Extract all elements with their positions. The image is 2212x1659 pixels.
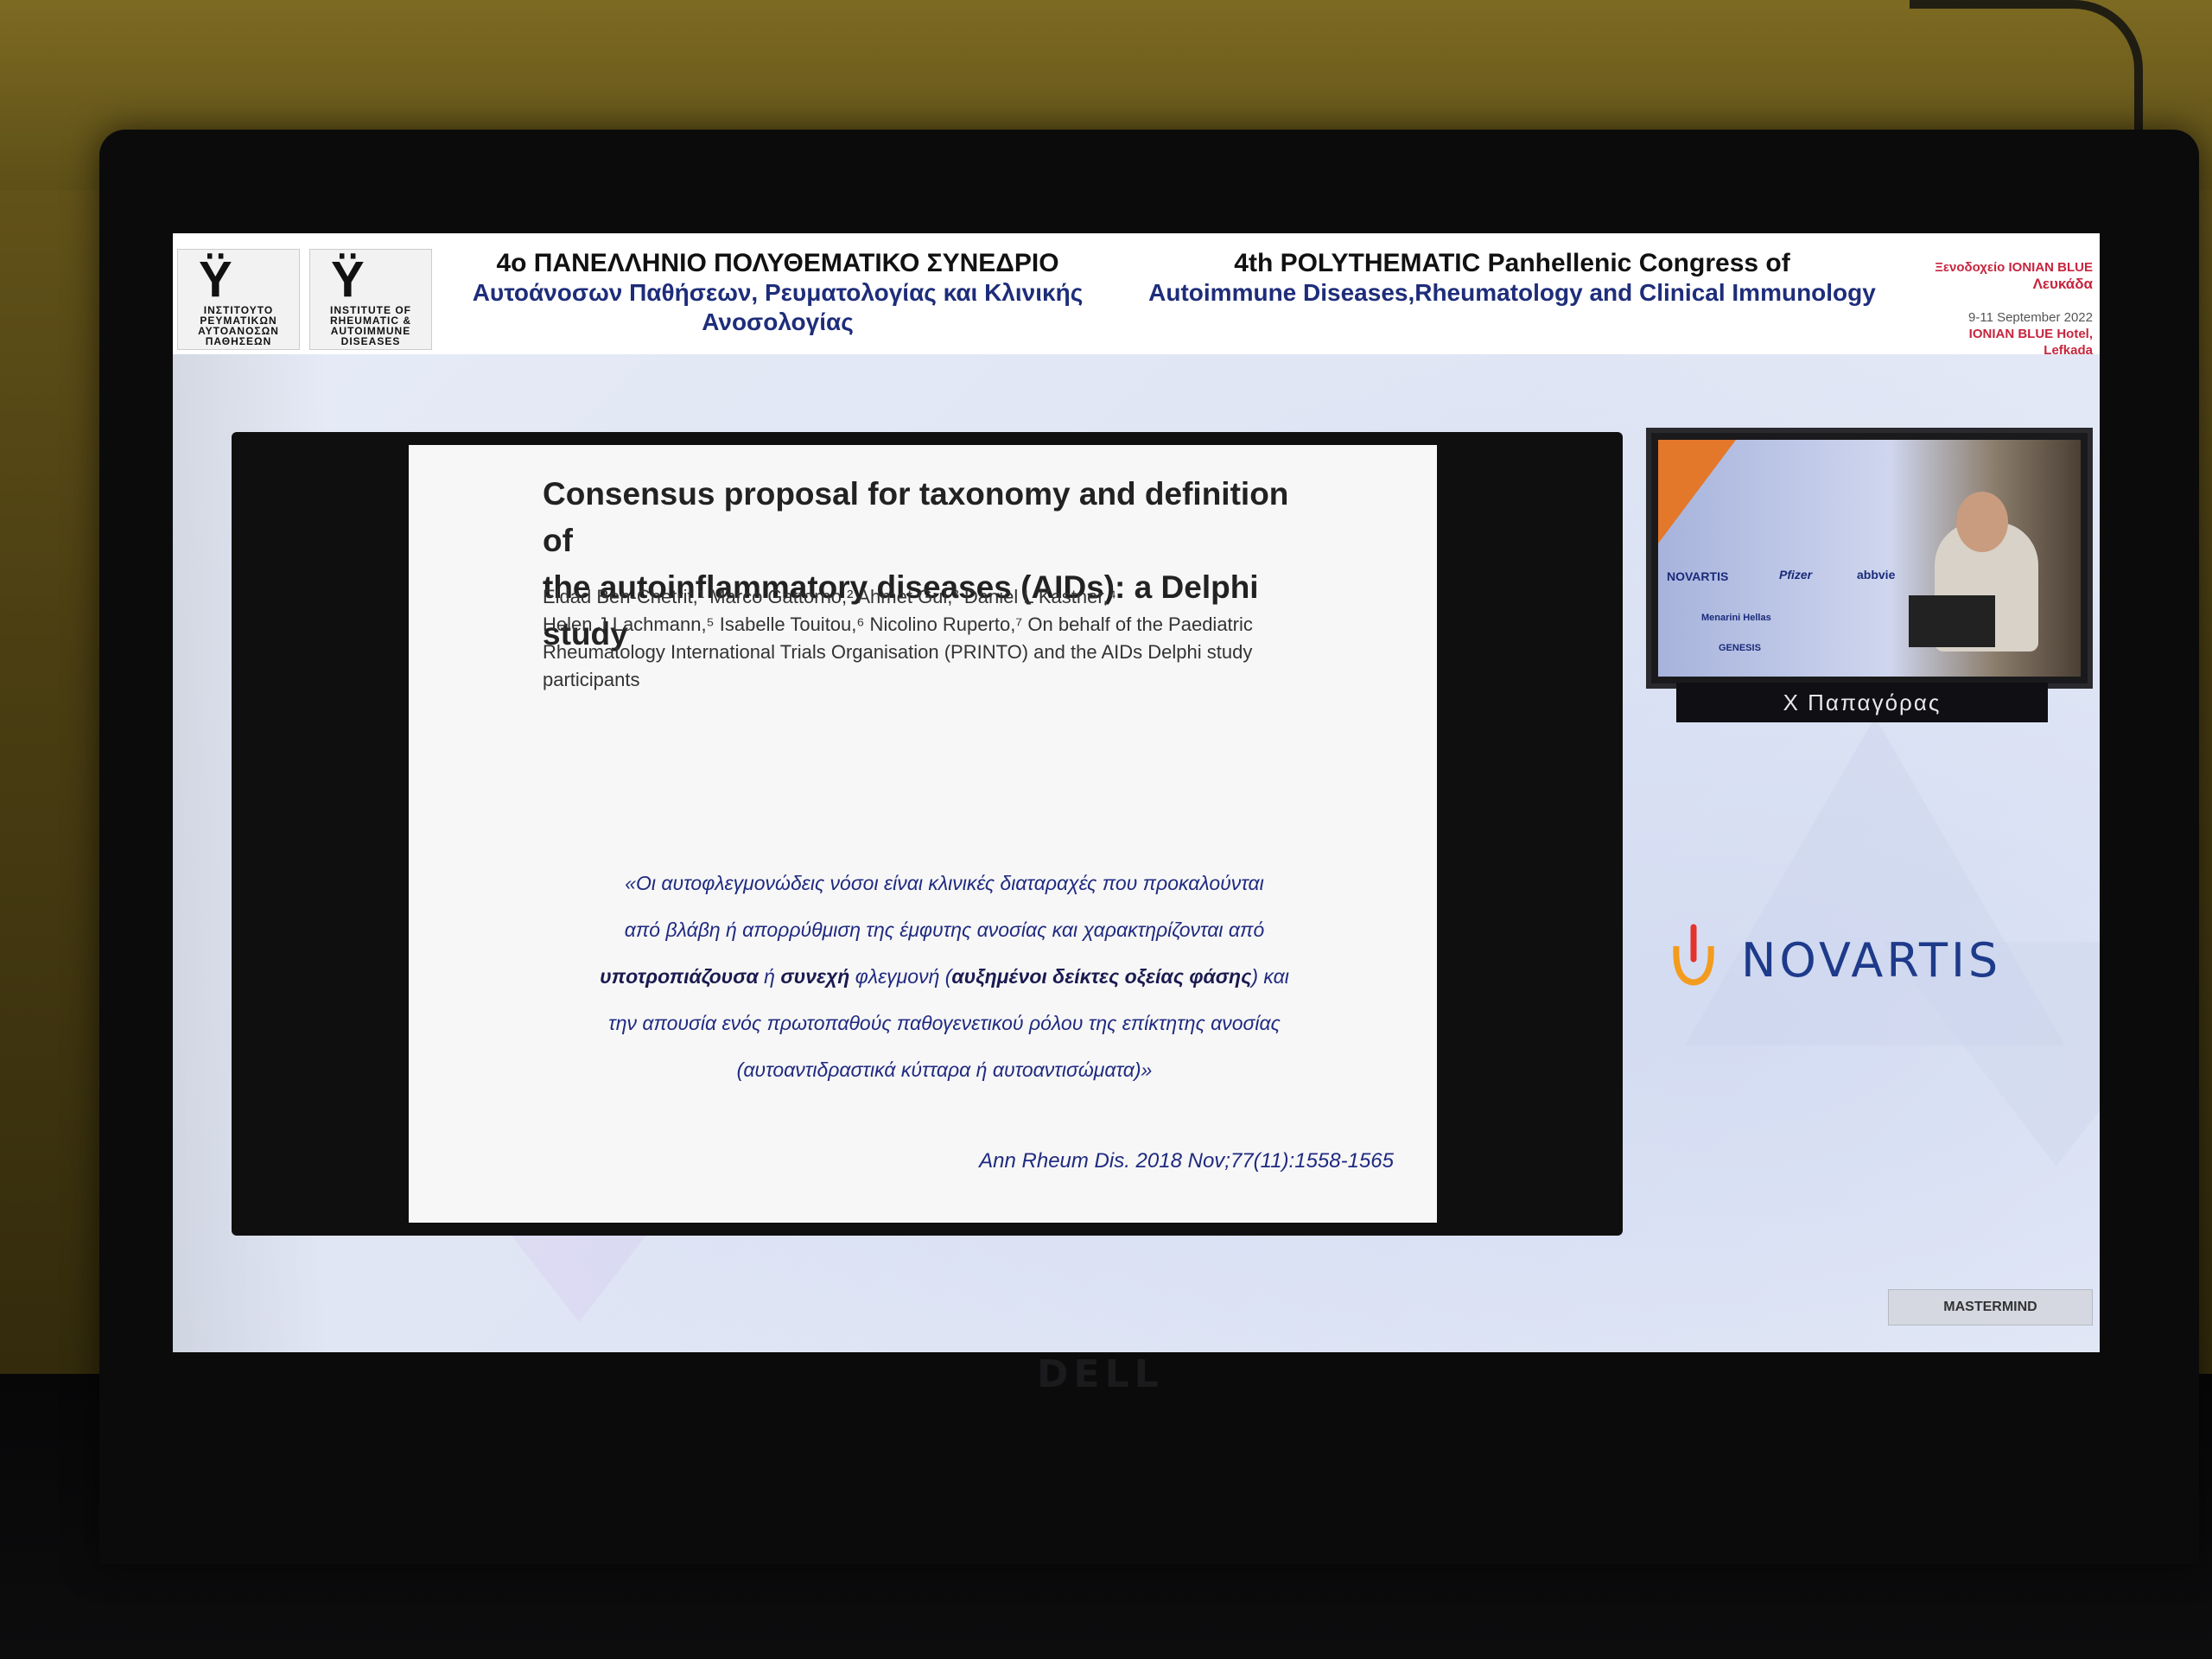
institute-logo-english: Ÿ INSTITUTE OF RHEUMATIC & AUTOIMMUNE DI… [309,249,432,350]
presentation-slide: Consensus proposal for taxonomy and defi… [409,445,1437,1223]
slide-citation: Ann Rheum Dis. 2018 Nov;77(11):1558-1565 [979,1149,1394,1173]
person-icon: Ÿ [199,251,232,308]
mastermind-badge: MASTERMIND [1888,1289,2093,1325]
speaker-name-label: Χ Παπαγόρας [1676,683,2048,722]
slide-authors: Eldad Ben-Chetrit,¹ Marco Gattorno,² Ahm… [543,586,1253,690]
header-title-english: 4th POLYTHEMATIC Panhellenic Congress of… [1148,249,1876,306]
person-icon: Ÿ [331,251,365,308]
header-title-greek: 4ο ΠΑΝΕΛΛΗΝΙΟ ΠΟΛΥΘΕΜΑΤΙΚΟ ΣΥΝΕΔΡΙΟ Αυτο… [472,249,1084,335]
congress-header: Ÿ ΙΝΣΤΙΤΟΥΤΟ ΡΕΥΜΑΤΙΚΩΝ ΑΥΤΟΑΝΟΣΩΝ ΠΑΘΗΣ… [173,233,2100,358]
cable [1910,0,2143,147]
video-sponsor: abbvie [1857,568,1896,582]
speaker-laptop [1909,595,1995,647]
novartis-flame-icon [1673,924,1714,986]
presentation-frame: Consensus proposal for taxonomy and defi… [232,432,1623,1236]
speaker-video[interactable]: NOVARTIS Pfizer abbvie Menarini Hellas G… [1646,428,2093,689]
video-sponsor: NOVARTIS [1667,569,1729,583]
institute-logo-greek: Ÿ ΙΝΣΤΙΤΟΥΤΟ ΡΕΥΜΑΤΙΚΩΝ ΑΥΤΟΑΝΟΣΩΝ ΠΑΘΗΣ… [177,249,300,350]
event-info: Ξενοδοχείο IONIAN BLUE Λευκάδα 9-11 Sept… [1935,260,2093,358]
video-sponsor: GENESIS [1719,643,1761,653]
monitor-brand-logo: DELL [1037,1352,1164,1396]
video-sponsor: Pfizer [1779,568,1813,582]
novartis-logo: NOVARTIS [1668,920,2074,998]
screen: Ÿ ΙΝΣΤΙΤΟΥΤΟ ΡΕΥΜΑΤΙΚΩΝ ΑΥΤΟΑΝΟΣΩΝ ΠΑΘΗΣ… [173,233,2100,1352]
speaker-head [1956,492,2008,552]
video-sponsor: Menarini Hellas [1701,613,1771,623]
slide-quote: «Οι αυτοφλεγμονώδεις νόσοι είναι κλινικέ… [600,872,1289,1081]
